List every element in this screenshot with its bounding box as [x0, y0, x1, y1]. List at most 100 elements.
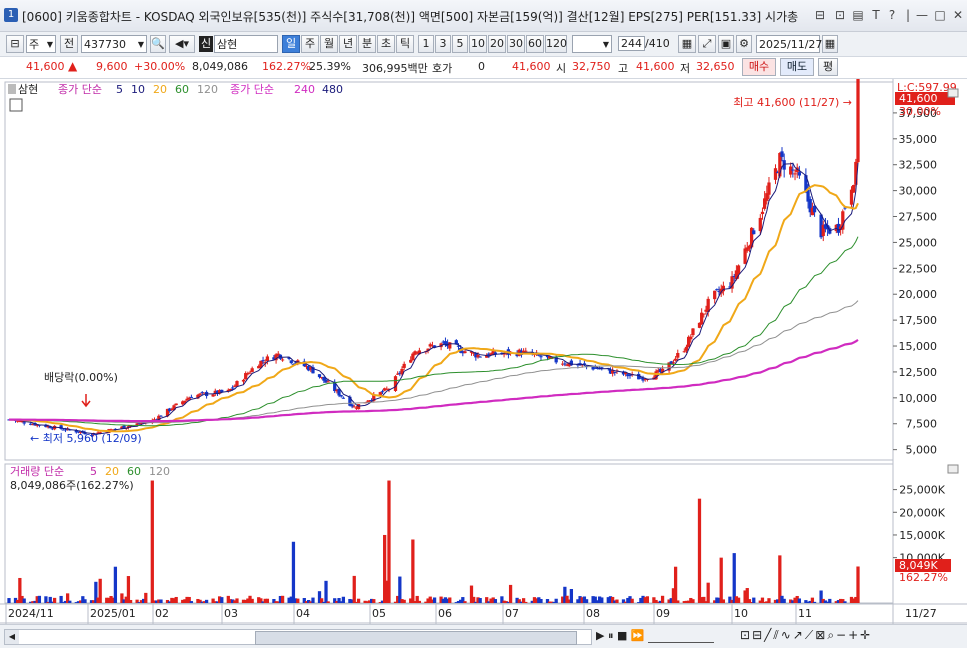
candle-body [691, 328, 695, 336]
candle-body [409, 359, 413, 363]
y-tick-label-5: 25,000 [899, 236, 938, 249]
tile-icon[interactable]: ⊡ [832, 7, 848, 23]
candle-body [265, 356, 270, 362]
candle-body [797, 172, 802, 176]
play-icon[interactable]: ▶ [596, 629, 604, 642]
calendar-icon[interactable]: ▦ [822, 35, 838, 53]
layout-icon[interactable]: ⊟ [812, 7, 828, 23]
low-label: 저 [680, 62, 691, 75]
period-tab-3[interactable]: 년 [339, 35, 357, 53]
draw-rect-icon[interactable]: ⊟ [752, 628, 764, 642]
candle-body [341, 397, 346, 399]
pct-tag: 30.00% [899, 105, 941, 118]
volume-bar [398, 576, 402, 603]
chart-line-icon[interactable]: ⤢ [698, 35, 716, 53]
scroll-track[interactable]: ◀ [4, 629, 592, 645]
period-tab-2[interactable]: 월 [320, 35, 338, 53]
candle-body [289, 360, 293, 364]
draw-channel-icon[interactable]: ⫽ [773, 628, 780, 642]
draw-wave-icon[interactable]: ∿ [781, 628, 793, 642]
fast-forward-icon[interactable]: ⏩ [631, 629, 645, 642]
volume-bar [352, 575, 356, 603]
stock-name-field[interactable]: 삼현 [214, 35, 278, 53]
period-tab-1[interactable]: 주 [301, 35, 319, 53]
scroll-thumb[interactable] [255, 631, 577, 645]
period-tab-5[interactable]: 초 [377, 35, 395, 53]
legend-ma-20: 20 [153, 83, 167, 96]
zoom-in-icon[interactable]: + [848, 628, 860, 642]
period-tab-0[interactable]: 일 [282, 35, 300, 53]
zoom-out-icon[interactable]: − [836, 628, 848, 642]
list-icon[interactable]: ▤ [850, 7, 866, 23]
close-icon[interactable]: ✕ [950, 7, 966, 23]
interval-input[interactable]: ▼ [572, 35, 612, 53]
interval-button-5[interactable]: 5 [452, 35, 468, 53]
stop-icon[interactable]: ■ [617, 629, 627, 642]
legend-ma2-480: 480 [322, 83, 343, 96]
draw-arrow-icon[interactable]: ↗ [793, 628, 805, 642]
minimize-icon[interactable]: — [914, 7, 930, 23]
interval-button-120[interactable]: 120 [545, 35, 567, 53]
save-icon[interactable]: ▣ [718, 35, 734, 53]
text-icon[interactable]: T [868, 7, 884, 23]
interval-button-10[interactable]: 10 [469, 35, 487, 53]
gear-icon[interactable]: ⚙ [736, 35, 752, 53]
volume-bar [372, 599, 376, 603]
x-label-8: 08 [586, 607, 600, 620]
volume-bar [569, 588, 574, 603]
hoga-label: 호가 [432, 62, 453, 75]
candle-body [250, 368, 254, 372]
interval-button-30[interactable]: 30 [507, 35, 525, 53]
interval-button-3[interactable]: 3 [435, 35, 451, 53]
whole-button[interactable]: 전 [60, 35, 78, 53]
volume-legend-120: 120 [149, 465, 170, 478]
candle-body [211, 394, 215, 397]
grid-icon[interactable]: ▦ [678, 35, 696, 53]
volume-legend-20: 20 [105, 465, 119, 478]
speaker-icon[interactable]: ◀▾ [169, 35, 195, 53]
volume-pct-tag: 162.27% [899, 571, 948, 584]
crosshair-icon[interactable]: ✛ [860, 628, 872, 642]
candle-body [159, 415, 163, 417]
scroll-left-icon[interactable]: ◀ [5, 630, 19, 644]
data-count: 244/410 [616, 35, 670, 53]
candle-body [393, 376, 398, 391]
buy-button[interactable]: 매수 [742, 58, 776, 76]
maximize-icon[interactable]: □ [932, 7, 948, 23]
window-title: [0600] 키움종합차트 - KOSDAQ 외국인보유[535(천)] 주식수… [22, 10, 799, 24]
candle-body [773, 168, 778, 180]
candle-body [673, 358, 678, 361]
stock-code-input[interactable]: 437730 ▼ [81, 35, 147, 53]
low-price: 32,650 [696, 60, 735, 73]
candle-body [676, 352, 680, 358]
volume-bar [265, 598, 270, 603]
sell-button[interactable]: 매도 [780, 58, 814, 76]
candle-body [613, 371, 617, 373]
draw-box-icon[interactable]: ⊡ [740, 628, 752, 642]
evaluate-button[interactable]: 평 [818, 58, 838, 76]
interval-button-20[interactable]: 20 [488, 35, 506, 53]
draw-select-icon[interactable]: ⊠ [815, 628, 827, 642]
interval-button-60[interactable]: 60 [526, 35, 544, 53]
price-volume-chart[interactable]: 37,50035,00032,50030,00027,50025,00022,5… [0, 70, 967, 624]
date-input[interactable]: 2025/11/27 [756, 35, 822, 53]
draw-trend-icon[interactable]: ⟋ [805, 628, 815, 642]
period-select[interactable]: 주 ▼ [26, 35, 56, 53]
candle-body [682, 351, 686, 353]
draw-line-icon[interactable]: ╱ [764, 628, 773, 642]
speed-slider[interactable] [648, 629, 715, 643]
volume-bar [782, 598, 786, 603]
candle-body [684, 346, 689, 351]
chart-area[interactable]: 37,500 35,000 32,500 30,000 27,500 25,000 22,5… [0, 70, 967, 624]
chart-type-icon[interactable]: ⊟ [6, 35, 24, 53]
period-tab-4[interactable]: 분 [358, 35, 376, 53]
search-icon[interactable]: 🔍 [150, 35, 166, 53]
help-icon[interactable]: ? [884, 7, 900, 23]
y-tick-label-4: 27,500 [899, 211, 938, 224]
zoom-icon[interactable]: ⌕ [827, 628, 836, 642]
volume-bar [174, 596, 178, 603]
period-tab-6[interactable]: 틱 [396, 35, 414, 53]
x-label-2: 02 [155, 607, 169, 620]
interval-button-1[interactable]: 1 [418, 35, 434, 53]
pause-icon[interactable]: ⏸ [608, 629, 614, 642]
